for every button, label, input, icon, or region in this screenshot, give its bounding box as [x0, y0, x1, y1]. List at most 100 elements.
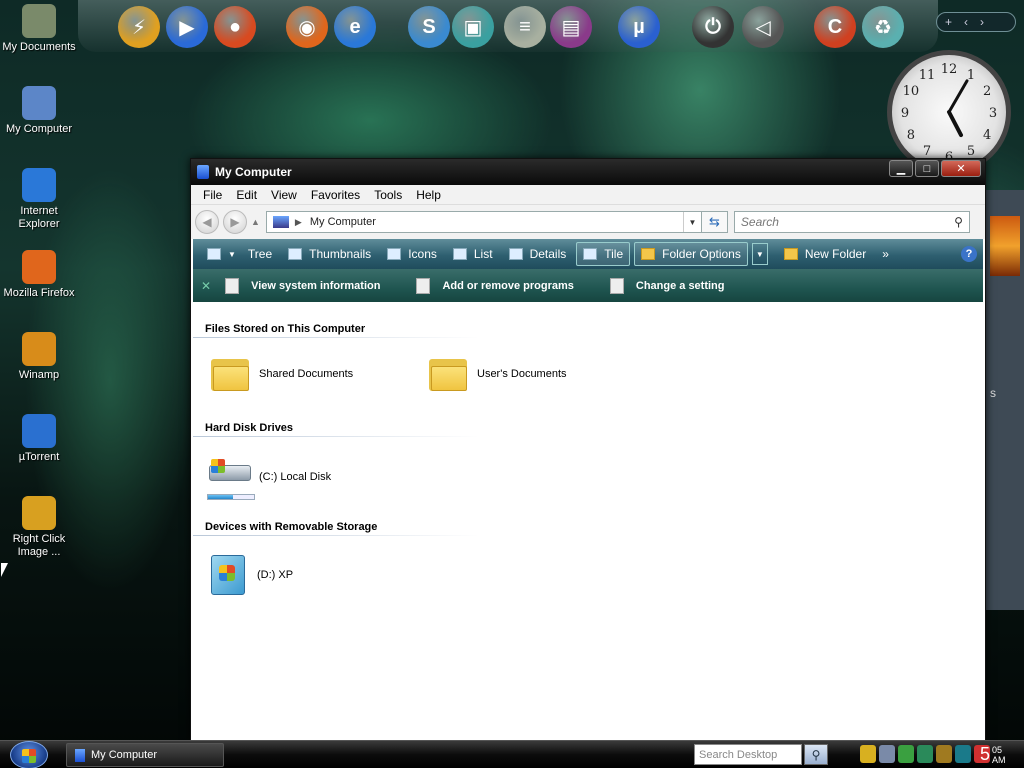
background-window[interactable]: s [985, 190, 1024, 610]
menu-edit[interactable]: Edit [230, 186, 263, 204]
clock-number: 11 [919, 68, 936, 83]
skype-icon[interactable]: S [408, 6, 450, 48]
thumbnails-button[interactable]: Thumbnails [282, 242, 377, 266]
desktop-icon[interactable]: My Documents [0, 4, 78, 54]
local-disk-c-item[interactable]: (C:) Local Disk [207, 457, 331, 497]
media-icon[interactable] [955, 745, 971, 763]
desktop-icon[interactable]: Internet Explorer [0, 168, 78, 231]
maximize-button[interactable]: □ [915, 160, 939, 177]
clock-number: 7 [923, 144, 931, 159]
task-view-system-information[interactable]: View system information [225, 277, 380, 294]
tile-button[interactable]: Tile [576, 242, 631, 266]
clock-minute: 05 [992, 745, 1003, 755]
winamp-tray-icon[interactable] [936, 745, 952, 763]
help-icon[interactable]: ? [961, 246, 977, 262]
folder-options-button[interactable]: Folder Options [634, 242, 748, 266]
folder-icon [211, 357, 249, 391]
dock-prev-button[interactable]: ‹ [964, 15, 968, 29]
section-heading-files: Files Stored on This Computer [205, 323, 366, 335]
more-toolbar-button[interactable]: » [876, 242, 895, 266]
up-arrow-icon[interactable]: ▲ [251, 217, 260, 227]
desktop-icon[interactable]: Mozilla Firefox [0, 250, 78, 300]
icons-view-icon [387, 248, 402, 260]
taskbar-clock[interactable]: 5 05 AM [980, 743, 1006, 765]
menu-tools[interactable]: Tools [368, 186, 408, 204]
details-button[interactable]: Details [503, 242, 573, 266]
dock-next-button[interactable]: › [980, 15, 984, 29]
desktop-icon[interactable]: µTorrent [0, 414, 78, 464]
record-icon[interactable]: ● [214, 6, 256, 48]
ccleaner-icon[interactable]: C [814, 6, 856, 48]
title-bar[interactable]: My Computer ▁ □ ✕ [191, 159, 985, 185]
list-label: List [473, 247, 493, 261]
icons-button[interactable]: Icons [381, 242, 443, 266]
internet-explorer-icon[interactable]: e [334, 6, 376, 48]
close-button[interactable]: ✕ [941, 160, 981, 177]
clock-ampm: AM [992, 755, 1006, 765]
thumbnails-label: Thumbnails [309, 247, 372, 261]
folder-options-icon [641, 248, 656, 260]
notepad-icon[interactable]: ≡ [504, 6, 546, 48]
task-add-remove-programs[interactable]: Add or remove programs [416, 277, 574, 294]
folder-options-dropdown-icon[interactable]: ▼ [751, 243, 768, 265]
utorrent-icon[interactable]: µ [618, 6, 660, 48]
task-change-setting[interactable]: Change a setting [609, 277, 725, 294]
start-button[interactable] [10, 741, 48, 768]
clock-number: 5 [967, 144, 975, 159]
desktop-icon[interactable]: My Computer [0, 86, 78, 136]
list-view-icon [452, 248, 467, 260]
drive-d-xp-item[interactable]: (D:) XP [207, 553, 293, 597]
section-heading-drives: Hard Disk Drives [205, 422, 294, 434]
menu-help[interactable]: Help [410, 186, 447, 204]
back-button[interactable]: ◀ [195, 210, 219, 234]
clock-number: 12 [941, 62, 958, 77]
desktop-icon[interactable]: Winamp [0, 332, 78, 382]
breadcrumb-arrow-icon[interactable]: ▶ [295, 217, 302, 228]
media-player-icon[interactable]: ▶ [166, 6, 208, 48]
winamp-icon [22, 332, 56, 366]
search-icon[interactable] [879, 745, 895, 763]
shield-icon[interactable] [860, 745, 876, 763]
desktop-search-button[interactable]: ⚲ [804, 744, 828, 765]
my-computer-icon [22, 86, 56, 120]
users-documents-item[interactable]: User's Documents [429, 357, 567, 391]
tree-button[interactable]: ▼ Tree [201, 242, 278, 266]
display-icon[interactable] [917, 745, 933, 763]
logoff-icon[interactable]: ◁ [742, 6, 784, 48]
new-folder-icon [783, 248, 798, 260]
task-label: Change a setting [635, 279, 725, 292]
taskbar-my-computer-button[interactable]: My Computer [66, 743, 224, 767]
clock-hour-hand [947, 110, 964, 138]
window-controls: ▁ □ ✕ [889, 160, 981, 177]
network-icon[interactable] [898, 745, 914, 763]
search-icon[interactable]: ⚲ [954, 215, 963, 229]
search-input[interactable]: Search ⚲ [733, 211, 970, 233]
clock-gadget[interactable]: 121234567891011 [887, 50, 1011, 174]
new-folder-button[interactable]: New Folder [778, 242, 872, 266]
minimize-button[interactable]: ▁ [889, 160, 913, 177]
menu-file[interactable]: File [197, 186, 228, 204]
recycle-bin-icon[interactable]: ♻ [862, 6, 904, 48]
file-pane: Files Stored on This Computer Shared Doc… [191, 319, 985, 740]
monitor-icon[interactable]: ▣ [452, 6, 494, 48]
refresh-button[interactable]: ⇆ [701, 211, 728, 233]
menu-view[interactable]: View [265, 186, 303, 204]
forward-button[interactable]: ▶ [223, 210, 247, 234]
address-bar[interactable]: ▶ My Computer ▼ [265, 211, 702, 233]
desktop-icon-label: My Documents [2, 41, 76, 53]
list-button[interactable]: List [447, 242, 499, 266]
firefox-icon[interactable]: ◉ [286, 6, 328, 48]
task-label: Add or remove programs [442, 279, 574, 292]
power-icon[interactable]: ⏻ [692, 6, 734, 48]
dock-add-button[interactable]: + [945, 15, 952, 29]
system-tasks-bar: ✕ View system information Add or remove … [193, 269, 983, 302]
desktop-icon[interactable]: Right Click Image ... [0, 496, 78, 559]
menu-favorites[interactable]: Favorites [305, 186, 366, 204]
winrar-icon[interactable]: ▤ [550, 6, 592, 48]
new-folder-label: New Folder [804, 247, 867, 261]
address-dropdown-icon[interactable]: ▼ [682, 212, 701, 232]
desktop-search-input[interactable]: Search Desktop [694, 744, 802, 765]
winamp-icon[interactable]: ⚡ [118, 6, 160, 48]
shared-documents-item[interactable]: Shared Documents [211, 357, 353, 391]
close-tasks-icon[interactable]: ✕ [201, 279, 211, 293]
